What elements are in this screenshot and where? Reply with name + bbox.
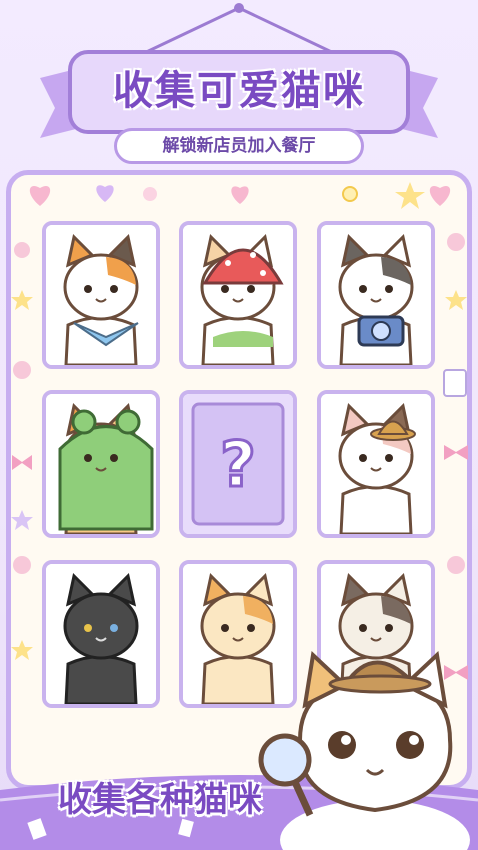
decor-hearts-row <box>29 182 451 209</box>
cat-card-calico-bandana-cat[interactable] <box>42 221 160 369</box>
footer-caption: 收集各种猫咪 <box>58 780 262 820</box>
subtitle-pill: 解锁新店员加入餐厅 <box>114 128 364 164</box>
cat-card-bowler-hat-cat[interactable] <box>317 390 435 538</box>
calico-bandana-cat-illustration <box>46 225 156 365</box>
page-title: 收集可爱猫咪 <box>113 68 365 114</box>
cat-card-frog-hoodie-cat[interactable] <box>42 390 160 538</box>
cat-card-strawberry-hat-cat[interactable] <box>179 221 297 369</box>
camera-cat-illustration <box>321 225 431 365</box>
cat-card-mystery-cat[interactable]: ? <box>179 390 297 538</box>
mystery-question-mark: ? <box>220 428 256 501</box>
cat-card-camera-cat[interactable] <box>317 221 435 369</box>
locked-card-frame: ? <box>183 394 293 534</box>
detective-cat-mascot <box>258 650 470 850</box>
cat-card-black-cat[interactable] <box>42 560 160 708</box>
frog-hoodie-cat-illustration <box>46 394 156 534</box>
bowler-hat-cat-illustration <box>321 394 431 534</box>
decor-left-column <box>11 242 33 660</box>
decor-right-column <box>443 233 468 680</box>
strawberry-hat-cat-illustration <box>183 225 293 365</box>
black-cat-illustration <box>46 564 156 704</box>
